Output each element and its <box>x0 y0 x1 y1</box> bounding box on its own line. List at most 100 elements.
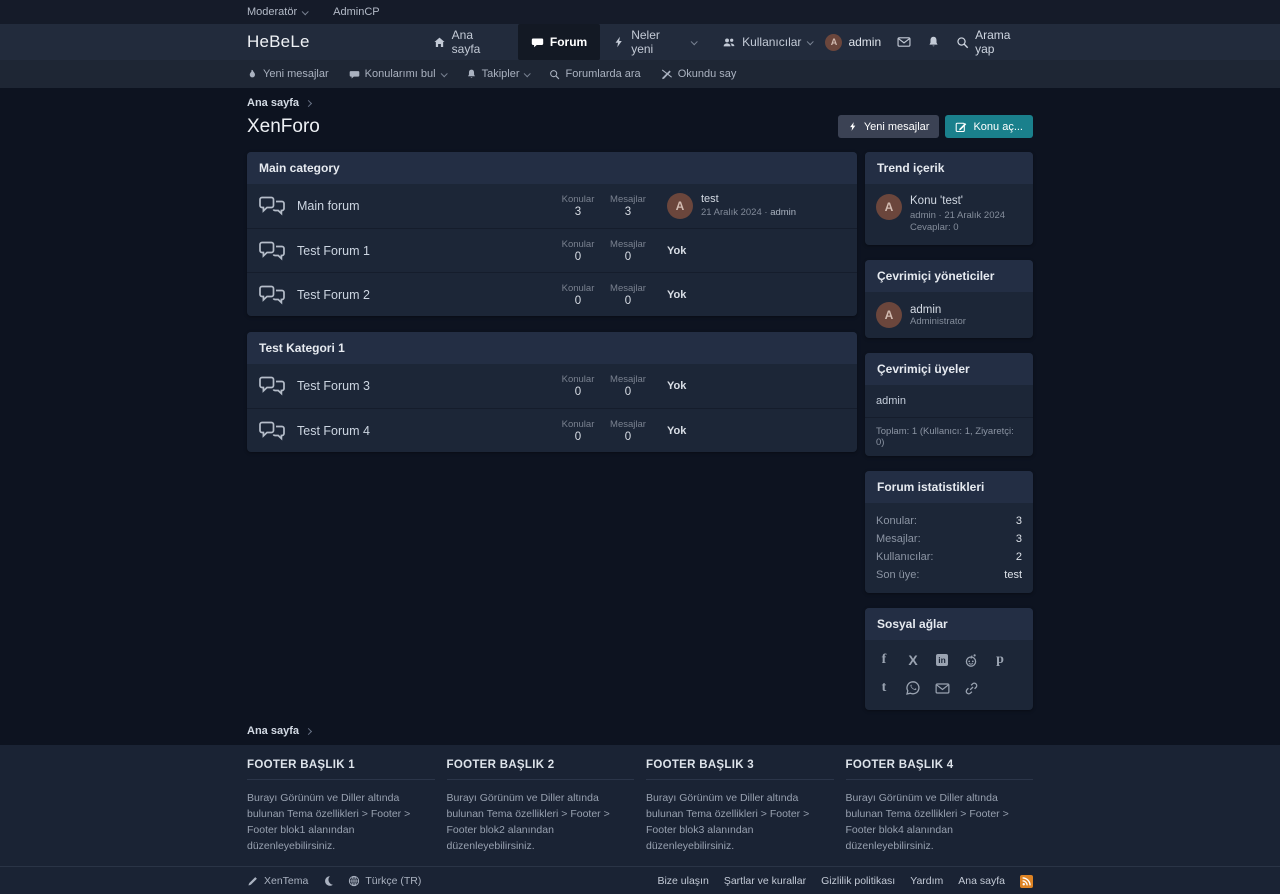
moderator-bar: Moderatör AdminCP <box>0 0 1280 24</box>
subnav-watched[interactable]: Takipler <box>466 68 530 80</box>
footer-column-4: FOOTER BAŞLIK 4 Burayı Görünüm ve Diller… <box>846 759 1034 854</box>
no-posts-label: Yok <box>667 289 686 301</box>
trending-block: Trend içerik A Konu 'test' admin · 21 Ar… <box>865 152 1033 245</box>
page-title: XenForo <box>247 116 320 138</box>
x-twitter-icon[interactable]: X <box>905 652 921 668</box>
online-members-title: Çevrimiçi üyeler <box>865 353 1033 385</box>
online-staff-block: Çevrimiçi yöneticiler A admin Administra… <box>865 260 1033 338</box>
email-icon[interactable] <box>934 680 950 696</box>
reddit-icon[interactable] <box>963 652 979 668</box>
main-nav: Ana sayfa Forum Neler yeni Kullanıcılar <box>420 24 826 60</box>
bell-icon <box>466 68 477 80</box>
social-block: Sosyal ağlar f X in p t <box>865 608 1033 710</box>
rss-icon[interactable] <box>1020 875 1033 888</box>
bolt-icon <box>848 121 858 132</box>
subnav-search-forums[interactable]: Forumlarda ara <box>549 68 640 80</box>
category-block: Main category Main forum Konular3 Mesajl… <box>247 152 857 316</box>
footer: FOOTER BAŞLIK 1 Burayı Görünüm ve Diller… <box>0 745 1280 894</box>
moderator-menu[interactable]: Moderatör <box>247 6 307 18</box>
online-member-link[interactable]: admin <box>865 385 1033 418</box>
tumblr-icon[interactable]: t <box>876 680 892 696</box>
search-icon <box>549 69 560 80</box>
alerts-bell-icon[interactable] <box>927 35 940 49</box>
nav-members[interactable]: Kullanıcılar <box>709 24 825 60</box>
new-posts-button[interactable]: Yeni mesajlar <box>838 115 940 138</box>
language-chooser[interactable]: Türkçe (TR) <box>348 875 421 887</box>
moon-icon[interactable] <box>322 875 334 887</box>
search-button[interactable]: Arama yap <box>956 28 1033 56</box>
social-title: Sosyal ağlar <box>865 608 1033 640</box>
avatar[interactable]: A <box>876 194 902 220</box>
trending-item[interactable]: A Konu 'test' admin · 21 Aralık 2024 Cev… <box>876 194 1022 235</box>
online-members-total: Toplam: 1 (Kullanıcı: 1, Ziyaretçi: 0) <box>865 418 1033 456</box>
stat-row: Konular:3 <box>876 512 1022 530</box>
globe-icon <box>348 875 360 887</box>
forum-icon <box>259 240 285 262</box>
no-posts-label: Yok <box>667 425 686 437</box>
brush-icon <box>247 875 259 887</box>
footer-column-2: FOOTER BAŞLIK 2 Burayı Görünüm ve Diller… <box>447 759 635 854</box>
forum-icon <box>259 284 285 306</box>
no-posts-label: Yok <box>667 245 686 257</box>
chevron-right-icon <box>305 728 312 735</box>
privacy-link[interactable]: Gizlilik politikası <box>821 875 895 887</box>
help-link[interactable]: Yardım <box>910 875 943 887</box>
comments-icon <box>531 36 544 49</box>
last-post[interactable]: A test 21 Aralık 2024 · admin <box>667 193 845 219</box>
forum-row-main-forum[interactable]: Main forum Konular3 Mesajlar3 A test 21 … <box>247 184 857 228</box>
forum-row-test-forum-3[interactable]: Test Forum 3 Konular0 Mesajlar0 Yok <box>247 364 857 408</box>
subnav-mark-read[interactable]: Okundu say <box>661 68 737 80</box>
forum-icon <box>259 375 285 397</box>
staff-member[interactable]: A admin Administrator <box>876 302 1022 328</box>
avatar[interactable]: A <box>876 302 902 328</box>
forum-row-test-forum-4[interactable]: Test Forum 4 Konular0 Mesajlar0 Yok <box>247 408 857 452</box>
category-title[interactable]: Test Kategori 1 <box>247 332 857 364</box>
site-logo[interactable]: HeBeLe <box>247 24 310 60</box>
facebook-icon[interactable]: f <box>876 652 892 668</box>
forum-stats-block: Forum istatistikleri Konular:3 Mesajlar:… <box>865 471 1033 593</box>
home-icon <box>433 36 446 49</box>
breadcrumb-bottom[interactable]: Ana sayfa <box>247 725 1033 737</box>
nav-whats-new[interactable]: Neler yeni <box>600 24 709 60</box>
header: HeBeLe Ana sayfa Forum Neler yeni Kullan… <box>0 24 1280 60</box>
compose-icon <box>955 121 967 133</box>
online-staff-title: Çevrimiçi yöneticiler <box>865 260 1033 292</box>
linkedin-icon[interactable]: in <box>934 652 950 668</box>
home-link[interactable]: Ana sayfa <box>958 875 1005 887</box>
account-menu[interactable]: A admin <box>825 34 881 51</box>
forum-row-test-forum-2[interactable]: Test Forum 2 Konular0 Mesajlar0 Yok <box>247 272 857 316</box>
footer-column-1: FOOTER BAŞLIK 1 Burayı Görünüm ve Diller… <box>247 759 435 854</box>
no-posts-label: Yok <box>667 380 686 392</box>
chevron-down-icon <box>440 70 447 77</box>
pinterest-icon[interactable]: p <box>992 652 1008 668</box>
subnav-find-threads[interactable]: Konularımı bul <box>349 68 446 80</box>
admincp-link[interactable]: AdminCP <box>333 6 379 18</box>
stat-row: Kullanıcılar:2 <box>876 548 1022 566</box>
style-chooser[interactable]: XenTema <box>247 875 308 887</box>
footer-column-3: FOOTER BAŞLIK 3 Burayı Görünüm ve Diller… <box>646 759 834 854</box>
flame-icon <box>247 69 258 80</box>
avatar: A <box>825 34 842 51</box>
users-icon <box>722 36 736 49</box>
new-topic-button[interactable]: Konu aç... <box>945 115 1033 138</box>
link-icon[interactable] <box>963 680 979 696</box>
category-title[interactable]: Main category <box>247 152 857 184</box>
bolt-icon <box>613 36 625 48</box>
mark-read-icon <box>661 68 673 80</box>
chevron-down-icon <box>302 8 309 15</box>
latest-member-link[interactable]: test <box>1004 569 1022 581</box>
nav-home[interactable]: Ana sayfa <box>420 24 518 60</box>
whatsapp-icon[interactable] <box>905 680 921 696</box>
avatar[interactable]: A <box>667 193 693 219</box>
subnav: Yeni mesajlar Konularımı bul Takipler Fo… <box>0 60 1280 88</box>
terms-link[interactable]: Şartlar ve kurallar <box>724 875 806 887</box>
forum-icon <box>259 420 285 442</box>
nav-forum[interactable]: Forum <box>518 24 600 60</box>
subnav-new-posts[interactable]: Yeni mesajlar <box>247 68 329 80</box>
contact-link[interactable]: Bize ulaşın <box>657 875 708 887</box>
stat-row: Son üye:test <box>876 566 1022 584</box>
trending-title: Trend içerik <box>865 152 1033 184</box>
conversations-icon[interactable] <box>897 35 911 49</box>
breadcrumb[interactable]: Ana sayfa <box>247 88 1033 109</box>
forum-row-test-forum-1[interactable]: Test Forum 1 Konular0 Mesajlar0 Yok <box>247 228 857 272</box>
